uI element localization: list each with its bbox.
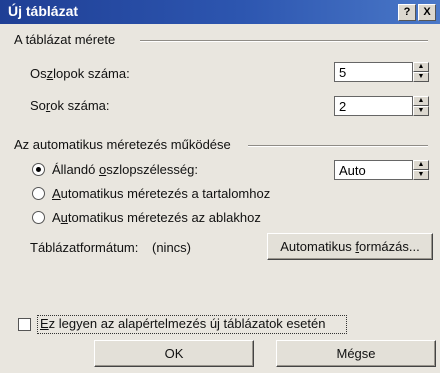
columns-stepper[interactable]: ▲ ▼ — [334, 62, 429, 82]
spin-up-icon[interactable]: ▲ — [413, 96, 429, 106]
autofit-window-label: Automatikus méretezés az ablakhoz — [52, 210, 261, 225]
divider — [140, 40, 428, 42]
ok-button[interactable]: OK — [94, 340, 254, 367]
autofit-content-label: Automatikus méretezés a tartalomhoz — [52, 186, 271, 201]
autofit-content-radio[interactable] — [32, 187, 45, 200]
help-button[interactable]: ? — [398, 4, 416, 21]
fixed-width-label: Állandó oszlopszélesség: — [52, 162, 198, 177]
rows-label: Sorok száma: — [30, 98, 110, 113]
spin-up-icon[interactable]: ▲ — [413, 62, 429, 72]
spin-down-icon[interactable]: ▼ — [413, 106, 429, 116]
fixed-width-radio[interactable] — [32, 163, 45, 176]
table-format-value: (nincs) — [152, 240, 192, 255]
title-bar[interactable]: Új táblázat ? X — [0, 0, 440, 24]
fixed-width-input[interactable] — [334, 160, 413, 180]
autofit-group-title: Az automatikus méretezés működése — [14, 137, 231, 152]
table-size-group-title: A táblázat mérete — [14, 32, 116, 47]
cancel-button[interactable]: Mégse — [276, 340, 436, 367]
close-button[interactable]: X — [418, 4, 436, 21]
table-format-label: Táblázatformátum: — [30, 240, 139, 255]
new-table-dialog: Új táblázat ? X A táblázat mérete Oszlop… — [0, 0, 440, 373]
divider — [248, 145, 428, 147]
autoformat-button[interactable]: Automatikus formázás... — [267, 233, 433, 260]
default-checkbox-label: Ez legyen az alapértelmezés új táblázato… — [40, 316, 326, 331]
autofit-window-radio[interactable] — [32, 211, 45, 224]
columns-input[interactable] — [334, 62, 413, 82]
fixed-width-spin-buttons[interactable]: ▲ ▼ — [413, 160, 429, 180]
rows-spin-buttons[interactable]: ▲ ▼ — [413, 96, 429, 116]
rows-input[interactable] — [334, 96, 413, 116]
default-checkbox[interactable] — [18, 318, 31, 331]
spin-up-icon[interactable]: ▲ — [413, 160, 429, 170]
radio-selected-dot — [36, 167, 41, 172]
spin-down-icon[interactable]: ▼ — [413, 72, 429, 82]
fixed-width-stepper[interactable]: ▲ ▼ — [334, 160, 429, 180]
spin-down-icon[interactable]: ▼ — [413, 170, 429, 180]
columns-spin-buttons[interactable]: ▲ ▼ — [413, 62, 429, 82]
rows-stepper[interactable]: ▲ ▼ — [334, 96, 429, 116]
window-title: Új táblázat — [8, 3, 79, 19]
columns-label: Oszlopok száma: — [30, 66, 130, 81]
